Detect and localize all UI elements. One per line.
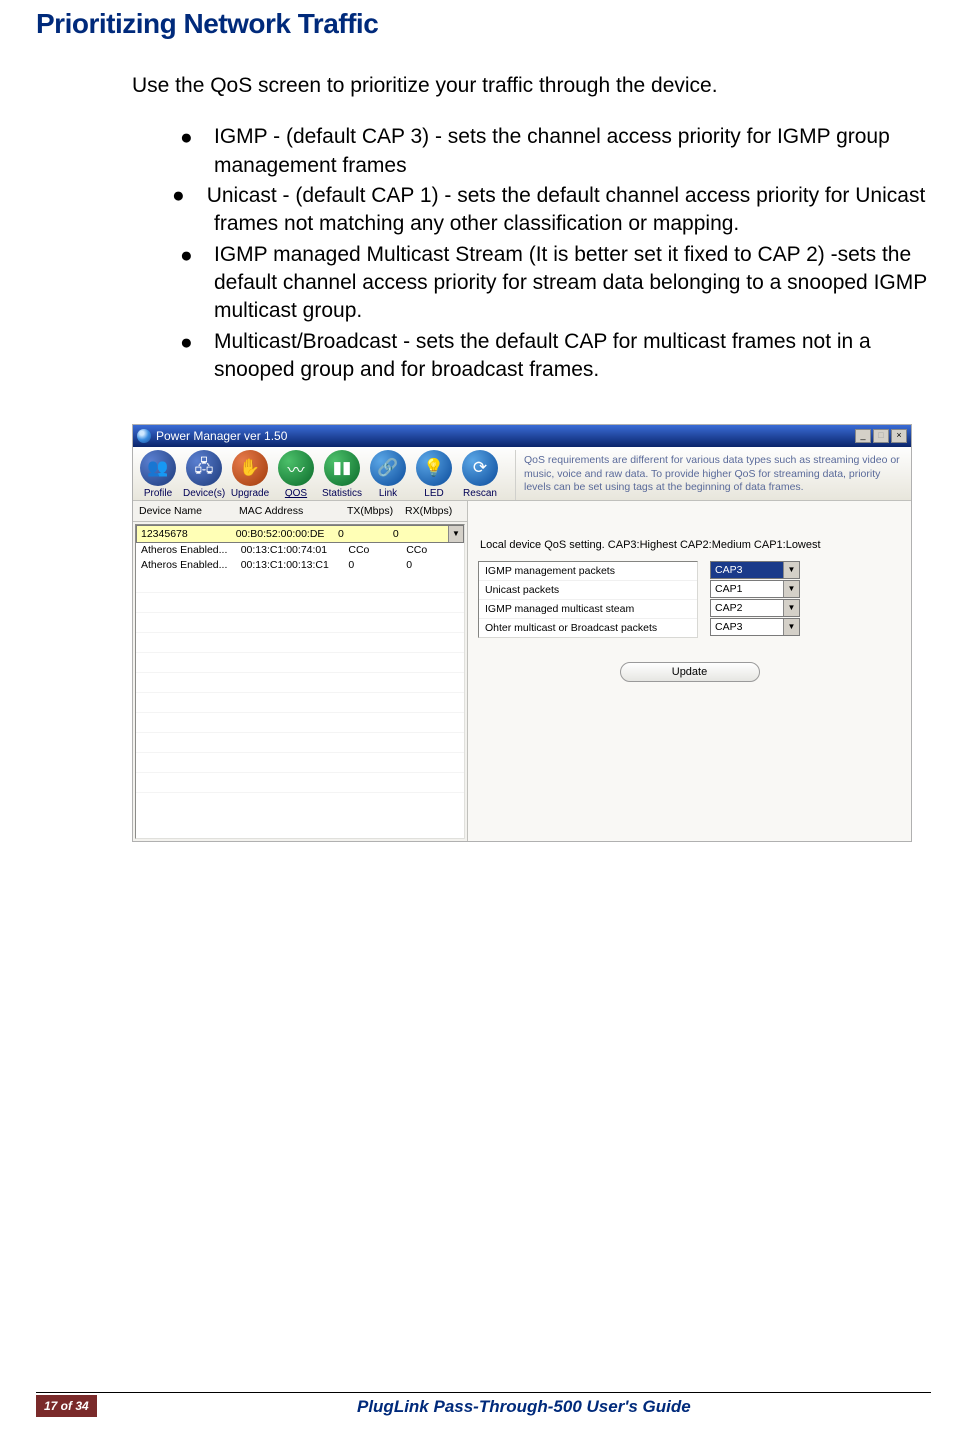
qos-label: IGMP managed multicast steam bbox=[479, 600, 697, 619]
qos-select-igmp[interactable]: CAP3 bbox=[710, 561, 800, 579]
bullet-item: Unicast - (default CAP 1) - sets the def… bbox=[172, 182, 931, 239]
device-list[interactable]: 12345678 00:B0:52:00:00:DE 0 0 Atheros E… bbox=[135, 524, 465, 839]
toolbar: 👥Profile 🖧Device(s) ✋Upgrade 〰QOS ▮▮Stat… bbox=[137, 450, 511, 499]
toolbar-led[interactable]: 💡LED bbox=[413, 450, 455, 499]
col-rx: RX(Mbps) bbox=[405, 505, 463, 517]
bullet-list: IGMP - (default CAP 3) - sets the channe… bbox=[132, 123, 931, 384]
qos-label: IGMP management packets bbox=[479, 562, 697, 581]
bullet-item: IGMP - (default CAP 3) - sets the channe… bbox=[172, 123, 931, 180]
toolbar-upgrade[interactable]: ✋Upgrade bbox=[229, 450, 271, 499]
qos-label: Ohter multicast or Broadcast packets bbox=[479, 619, 697, 637]
device-table-header: Device Name MAC Address TX(Mbps) RX(Mbps… bbox=[133, 501, 467, 522]
hand-icon: ✋ bbox=[239, 458, 260, 478]
toolbar-statistics[interactable]: ▮▮Statistics bbox=[321, 450, 363, 499]
bars-icon: ▮▮ bbox=[333, 458, 352, 478]
device-row[interactable]: 12345678 00:B0:52:00:00:DE 0 0 bbox=[136, 525, 464, 543]
device-row[interactable]: Atheros Enabled... 00:13:C1:00:13:C1 0 0 bbox=[136, 558, 464, 573]
refresh-icon: ⟳ bbox=[473, 458, 487, 478]
qos-select-multicast-stream[interactable]: CAP2 bbox=[710, 599, 800, 617]
update-button[interactable]: Update bbox=[620, 662, 760, 682]
col-device-name: Device Name bbox=[139, 505, 239, 517]
section-heading: Prioritizing Network Traffic bbox=[36, 8, 931, 40]
page-footer: 17 of 34 PlugLink Pass-Through-500 User'… bbox=[36, 1392, 931, 1417]
footer-title: PlugLink Pass-Through-500 User's Guide bbox=[117, 1397, 931, 1417]
minimize-button[interactable]: _ bbox=[855, 429, 871, 443]
people-icon: 👥 bbox=[147, 458, 168, 478]
intro-text: Use the QoS screen to prioritize your tr… bbox=[132, 72, 931, 99]
app-icon bbox=[137, 429, 151, 443]
toolbar-devices[interactable]: 🖧Device(s) bbox=[183, 450, 225, 499]
app-window: Power Manager ver 1.50 _ □ × 👥Profile 🖧D… bbox=[132, 424, 912, 841]
window-titlebar: Power Manager ver 1.50 _ □ × bbox=[133, 425, 911, 447]
maximize-button[interactable]: □ bbox=[873, 429, 889, 443]
toolbar-rescan[interactable]: ⟳Rescan bbox=[459, 450, 501, 499]
qos-description: QoS requirements are different for vario… bbox=[515, 450, 907, 499]
device-row[interactable]: Atheros Enabled... 00:13:C1:00:74:01 CCo… bbox=[136, 543, 464, 558]
col-mac: MAC Address bbox=[239, 505, 347, 517]
bulb-icon: 💡 bbox=[423, 458, 444, 478]
page-number-badge: 17 of 34 bbox=[36, 1395, 97, 1417]
device-pane: Device Name MAC Address TX(Mbps) RX(Mbps… bbox=[133, 501, 468, 841]
toolbar-link[interactable]: 🔗Link bbox=[367, 450, 409, 499]
pulse-icon: 〰 bbox=[288, 456, 305, 481]
window-title: Power Manager ver 1.50 bbox=[156, 429, 855, 443]
col-tx: TX(Mbps) bbox=[347, 505, 405, 517]
qos-select-unicast[interactable]: CAP1 bbox=[710, 580, 800, 598]
qos-pane: Local device QoS setting. CAP3:Highest C… bbox=[468, 501, 911, 841]
close-button[interactable]: × bbox=[891, 429, 907, 443]
link-icon: 🔗 bbox=[377, 458, 398, 478]
bullet-item: IGMP managed Multicast Stream (It is bet… bbox=[172, 241, 931, 326]
qos-label-list: IGMP management packets Unicast packets … bbox=[478, 561, 698, 638]
qos-select-other[interactable]: CAP3 bbox=[710, 618, 800, 636]
qos-caption: Local device QoS setting. CAP3:Highest C… bbox=[480, 539, 901, 551]
device-icon: 🖧 bbox=[195, 454, 214, 483]
qos-label: Unicast packets bbox=[479, 581, 697, 600]
bullet-item: Multicast/Broadcast - sets the default C… bbox=[172, 328, 931, 385]
toolbar-profile[interactable]: 👥Profile bbox=[137, 450, 179, 499]
toolbar-qos[interactable]: 〰QOS bbox=[275, 450, 317, 499]
